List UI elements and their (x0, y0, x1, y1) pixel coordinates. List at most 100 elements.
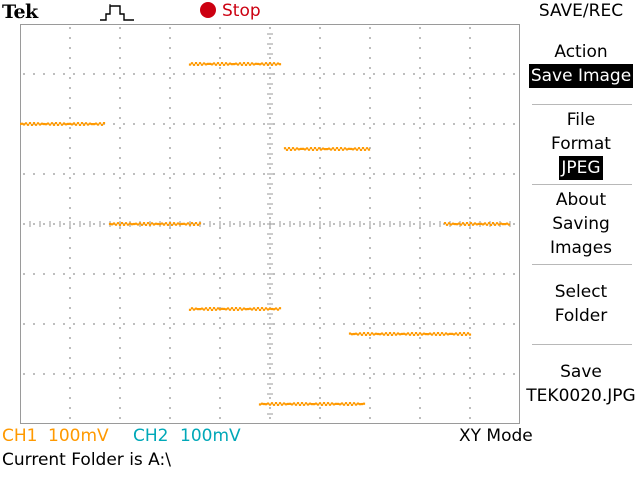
menu-divider (532, 184, 632, 185)
trace-point (398, 333, 402, 336)
grid-dot (169, 77, 171, 79)
save-file-button[interactable]: Save TEK0020.JPG (522, 360, 640, 408)
trace-point (446, 333, 450, 336)
trace-point (289, 148, 293, 151)
action-button[interactable]: Action Save Image (522, 40, 640, 88)
trace-point (293, 148, 297, 151)
trace-point (258, 308, 262, 311)
trace-point (278, 307, 282, 310)
grid-dot (219, 87, 221, 89)
grid-dot (319, 47, 321, 49)
grid-dot (313, 373, 315, 375)
select-folder-button[interactable]: Select Folder (522, 280, 640, 328)
grid-dot (469, 237, 471, 239)
trace-point (202, 62, 206, 65)
trace-point (186, 222, 190, 225)
grid-dot (283, 223, 285, 225)
grid-dot (293, 273, 295, 275)
grid-dot (169, 227, 171, 229)
grid-dot (119, 157, 121, 159)
grid-dot (369, 27, 371, 29)
grid-dot (293, 323, 295, 325)
trace-point (48, 123, 52, 126)
grid-dot (469, 337, 471, 339)
grid-dot (219, 407, 221, 409)
grid-dot (263, 173, 265, 175)
grid-dot (363, 223, 365, 225)
grid-dot (273, 123, 275, 125)
grid-dot (269, 257, 271, 259)
grid-dot (233, 223, 235, 225)
trace-point (327, 147, 331, 150)
grid-dot (483, 323, 485, 325)
select-folder-line-1: Select (554, 282, 608, 302)
grid-dot (263, 73, 265, 75)
grid-dot (219, 327, 221, 329)
grid-dot (219, 287, 221, 289)
file-format-button[interactable]: File Format JPEG (522, 108, 640, 180)
trace-point (376, 332, 380, 336)
grid-dot (269, 417, 271, 419)
grid-dot (123, 173, 125, 175)
menu-divider (532, 104, 632, 105)
trace-point (56, 123, 60, 126)
grid-dot (319, 37, 321, 39)
trace-point (346, 403, 350, 406)
grid-dot (53, 223, 55, 225)
grid-dot (69, 127, 71, 129)
acquisition-status: Stop (200, 1, 261, 21)
trace-point (274, 402, 278, 405)
grid-dot (193, 173, 195, 175)
trace-point (262, 63, 266, 66)
grid-dot (269, 367, 271, 369)
grid-dot (323, 323, 325, 325)
grid-dot (63, 223, 65, 225)
trace-point (236, 63, 240, 66)
trace-point (358, 332, 362, 335)
trace-point (118, 223, 122, 226)
grid-dot (163, 323, 165, 325)
grid-dot (119, 167, 121, 169)
grid-dot (269, 187, 271, 189)
grid-dot (469, 287, 471, 289)
grid-dot (463, 373, 465, 375)
trace-point (358, 403, 362, 406)
grid-dot (369, 317, 371, 319)
grid-dot (269, 107, 271, 109)
trace-point (226, 63, 230, 66)
trace-point (365, 147, 369, 150)
grid-dot (469, 87, 471, 89)
grid-dot (413, 123, 415, 125)
grid-dot (419, 107, 421, 109)
grid-dot (63, 273, 65, 275)
grid-dot (269, 217, 271, 219)
grid-dot (163, 373, 165, 375)
trace-point (134, 222, 138, 225)
grid-dot (53, 173, 55, 175)
grid-dot (219, 217, 221, 219)
trace-point (337, 148, 341, 151)
grid-dot (269, 387, 271, 389)
grid-dot (43, 223, 45, 225)
trace-point (158, 223, 162, 226)
grid-dot (319, 287, 321, 289)
grid-dot (243, 73, 245, 75)
trace-point (455, 223, 459, 226)
trace-point (264, 307, 268, 310)
grid-dot (219, 27, 221, 29)
about-line-3: Images (549, 238, 613, 258)
trace-point (80, 122, 84, 125)
grid-dot (469, 307, 471, 309)
grid-dot (219, 107, 221, 109)
trace-point (452, 333, 456, 336)
top-status-bar: Tek Stop SAVE/REC (0, 0, 640, 24)
trace-point (378, 333, 382, 336)
trace-point (52, 123, 56, 126)
grid-dot (463, 273, 465, 275)
grid-dot (33, 273, 35, 275)
grid-dot (419, 217, 421, 219)
grid-dot (403, 323, 405, 325)
grid-dot (369, 117, 371, 119)
grid-dot (219, 77, 221, 79)
about-saving-images-button[interactable]: About Saving Images (522, 188, 640, 260)
